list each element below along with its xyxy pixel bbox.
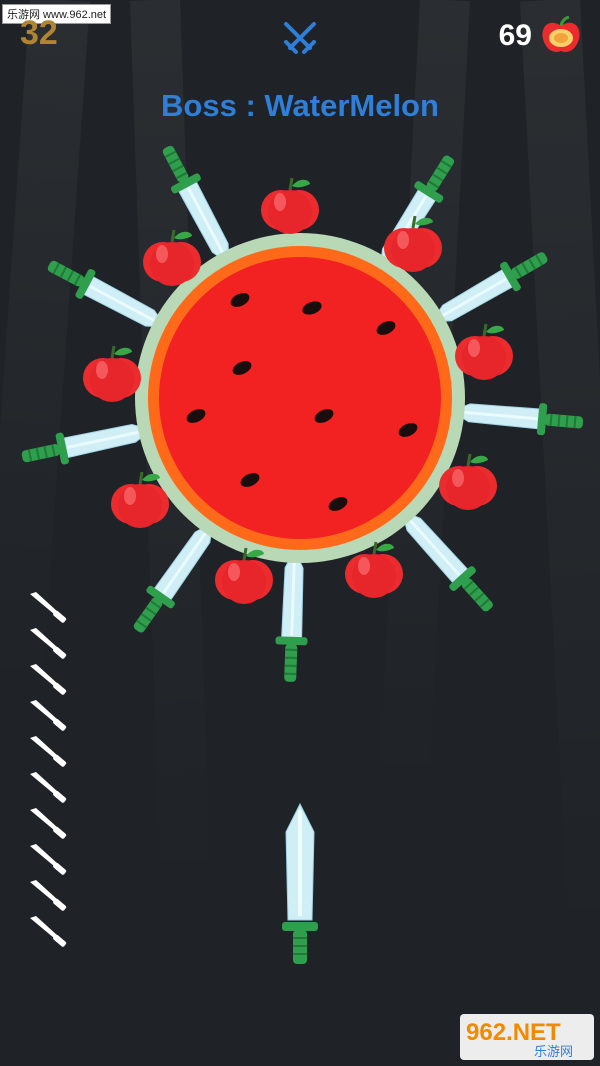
remaining-knife-icon xyxy=(30,736,67,767)
remaining-knife-icon xyxy=(30,844,67,875)
stuck-knife xyxy=(17,412,157,475)
watermark-logo-sub: 乐游网 xyxy=(534,1044,573,1059)
apple xyxy=(141,228,203,288)
remaining-knives xyxy=(28,590,72,950)
apple xyxy=(382,214,444,274)
watermark-logo-text: 962.NET xyxy=(466,1019,561,1046)
remaining-knife-icon xyxy=(30,664,67,695)
target-board xyxy=(17,138,586,684)
remaining-knife-icon xyxy=(30,772,67,803)
watermark-logo: 962.NET 乐游网 xyxy=(460,1014,594,1060)
remaining-knife-icon xyxy=(30,916,67,947)
remaining-knife-icon xyxy=(30,700,67,731)
watermelon-flesh xyxy=(159,257,441,539)
apple xyxy=(259,176,321,236)
throw-knife[interactable] xyxy=(276,802,324,966)
remaining-knife-icon xyxy=(30,592,67,623)
stuck-knife xyxy=(448,393,586,441)
apple xyxy=(453,322,515,382)
remaining-knife-icon xyxy=(30,628,67,659)
apple xyxy=(81,344,143,404)
remaining-knife-icon xyxy=(30,808,67,839)
remaining-knife-icon xyxy=(30,880,67,911)
stuck-knife xyxy=(272,547,313,684)
